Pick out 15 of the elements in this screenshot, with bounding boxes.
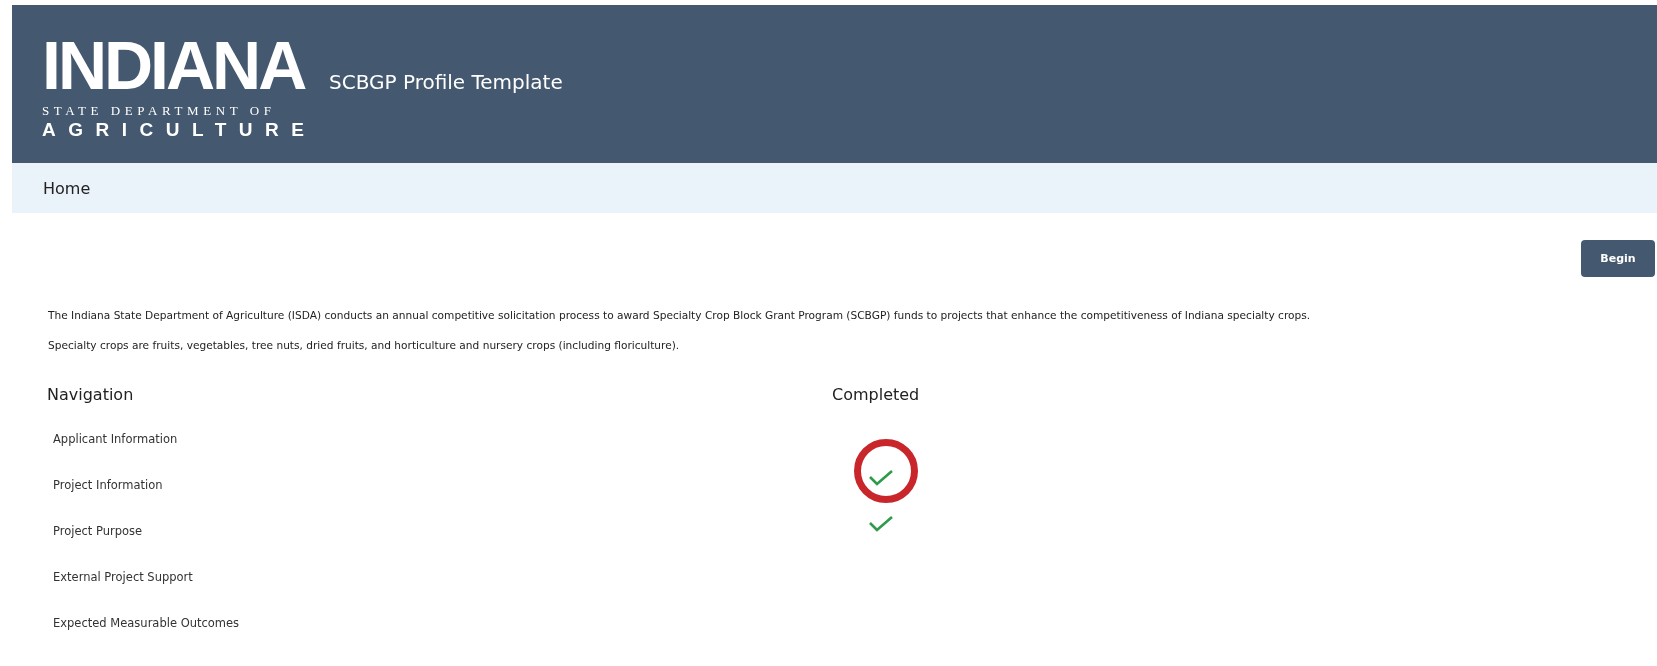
- navigation-link[interactable]: Project Purpose: [47, 524, 838, 538]
- logo-subtitle: AGRICULTURE: [42, 119, 307, 141]
- intro-text: Specialty crops are fruits, vegetables, tree nuts, dried fruits, and horticulture and nursery crops (including floriculture).: [48, 338, 681, 353]
- app-title: SCBGP Profile Template: [329, 70, 563, 94]
- column-header: Navigation: [47, 384, 135, 404]
- navigation-link[interactable]: Project Information: [47, 478, 838, 492]
- navigation-link[interactable]: External Project Support: [47, 570, 838, 584]
- logo-subtitle: STATE DEPARTMENT OF: [42, 103, 277, 119]
- navigation-link[interactable]: Expected Measurable Outcomes: [47, 616, 838, 630]
- navigation-link[interactable]: Applicant Information: [47, 432, 838, 446]
- intro-text: The Indiana State Department of Agriculture (ISDA) conducts an annual competitive solicitation process to award Specialty Crop Block Grant Program (SCBGP) funds to projects that enhance the competitiveness of Indiana specialty crops.: [48, 308, 1312, 323]
- logo-wordmark: INDIANA: [42, 27, 305, 103]
- home-link[interactable]: Home: [43, 178, 91, 198]
- begin-button[interactable]: Begin: [1581, 240, 1655, 277]
- column-header: Completed: [832, 384, 920, 404]
